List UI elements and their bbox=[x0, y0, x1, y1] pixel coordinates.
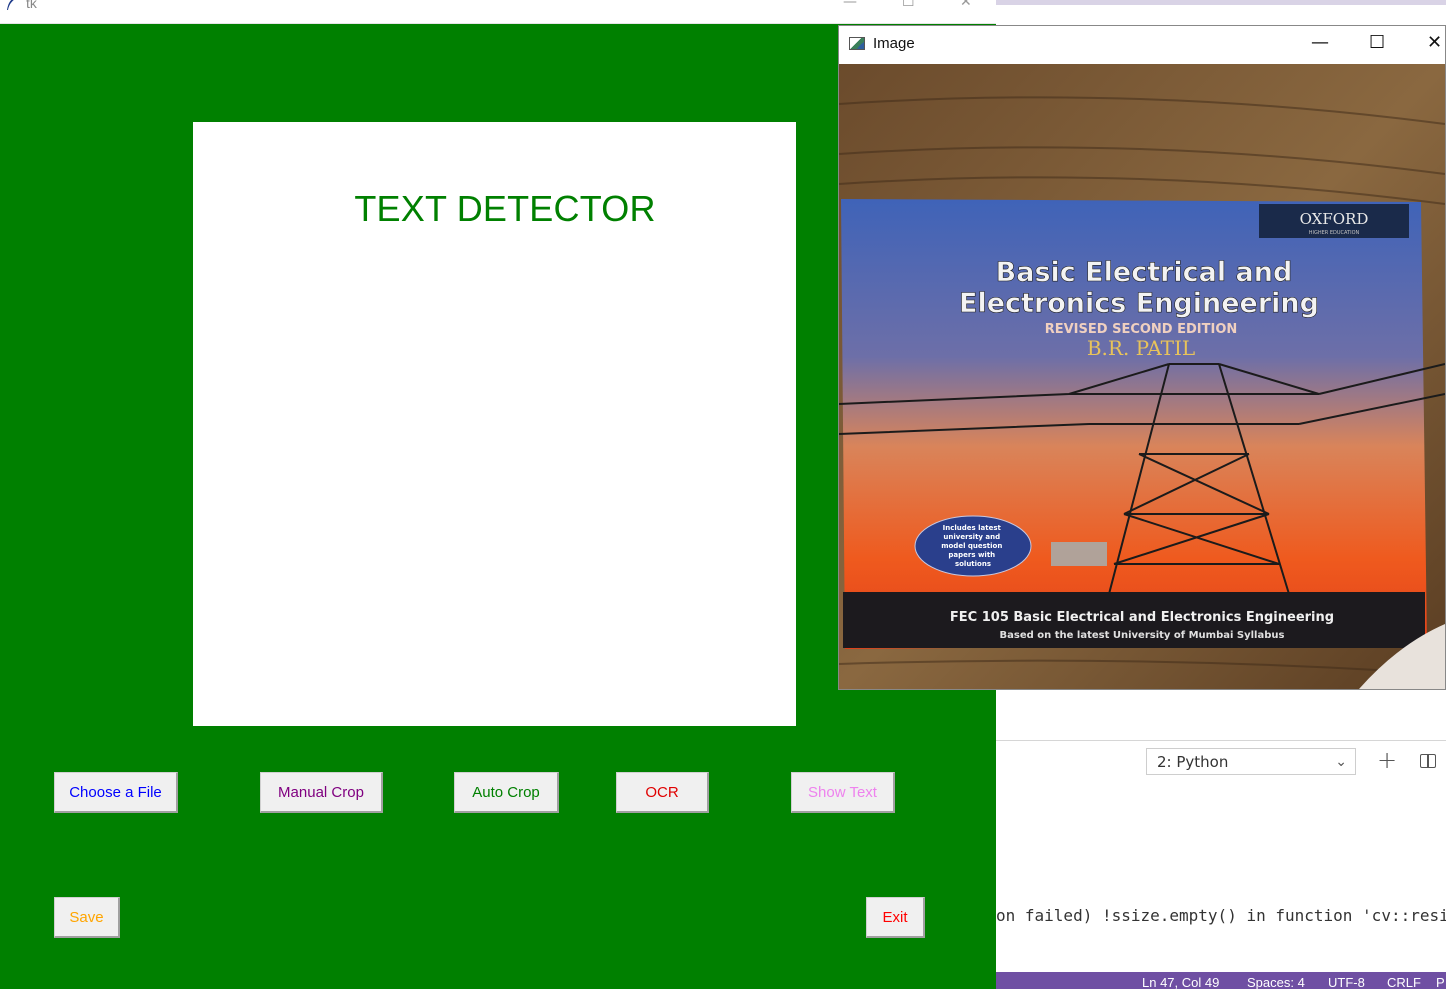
panel-divider bbox=[996, 740, 1446, 741]
close-icon[interactable]: ✕ bbox=[960, 0, 972, 10]
split-terminal-icon[interactable] bbox=[1420, 754, 1436, 768]
exit-button[interactable]: Exit bbox=[866, 897, 925, 938]
status-eol[interactable]: CRLF bbox=[1387, 975, 1421, 990]
status-bar: Ln 47, Col 49 Spaces: 4 UTF-8 CRLF P bbox=[996, 972, 1446, 990]
page-title: TEXT DETECTOR bbox=[354, 188, 656, 229]
chevron-down-icon: ⌄ bbox=[1335, 754, 1347, 770]
status-indentation[interactable]: Spaces: 4 bbox=[1247, 975, 1305, 990]
tk-window-title: tk bbox=[26, 0, 37, 11]
close-icon[interactable]: ✕ bbox=[1427, 32, 1442, 53]
minimize-icon[interactable]: — bbox=[843, 0, 857, 10]
image-window-title: Image bbox=[873, 35, 915, 52]
hologram-sticker bbox=[1051, 542, 1107, 566]
image-window: Image — ☐ ✕ OXFORD HIGHER EDUCATION Basi… bbox=[838, 25, 1446, 690]
book-cover-image: OXFORD HIGHER EDUCATION Basic Electrical… bbox=[839, 64, 1445, 689]
save-button[interactable]: Save bbox=[54, 897, 120, 938]
book-edition: REVISED SECOND EDITION bbox=[1045, 322, 1238, 337]
terminal-select-value: 2: Python bbox=[1157, 752, 1229, 771]
book-author: B.R. PATIL bbox=[1087, 336, 1195, 360]
image-app-icon bbox=[849, 37, 865, 50]
ocr-button[interactable]: OCR bbox=[616, 772, 709, 813]
terminal-output-line: on failed) !ssize.empty() in function 'c… bbox=[996, 906, 1446, 925]
preview-panel: TEXT DETECTOR bbox=[193, 122, 796, 726]
vscode-top-strip bbox=[996, 0, 1446, 5]
tk-titlebar: tk — ☐ ✕ bbox=[0, 0, 996, 24]
book-title-line2: Electronics Engineering bbox=[959, 288, 1319, 319]
book-footer-line1: FEC 105 Basic Electrical and Electronics… bbox=[950, 610, 1334, 625]
tk-feather-icon bbox=[7, 0, 14, 10]
publisher-text: OXFORD bbox=[1300, 210, 1369, 228]
choose-file-button[interactable]: Choose a File bbox=[54, 772, 178, 813]
maximize-icon[interactable]: ☐ bbox=[1369, 32, 1385, 53]
publisher-subtitle: HIGHER EDUCATION bbox=[1309, 230, 1360, 236]
status-extra[interactable]: P bbox=[1436, 975, 1445, 990]
book-footer-line2: Based on the latest University of Mumbai… bbox=[1000, 630, 1285, 641]
new-terminal-plus-icon[interactable]: + bbox=[1376, 748, 1398, 774]
minimize-icon[interactable]: — bbox=[1311, 32, 1329, 53]
auto-crop-button[interactable]: Auto Crop bbox=[454, 772, 559, 813]
terminal-select[interactable]: 2: Python ⌄ bbox=[1146, 748, 1356, 775]
maximize-icon[interactable]: ☐ bbox=[902, 0, 915, 10]
book-title-line1: Basic Electrical and bbox=[996, 257, 1293, 288]
show-text-button[interactable]: Show Text bbox=[791, 772, 895, 813]
manual-crop-button[interactable]: Manual Crop bbox=[260, 772, 383, 813]
image-window-titlebar: Image — ☐ ✕ bbox=[839, 26, 1445, 64]
status-encoding[interactable]: UTF-8 bbox=[1328, 975, 1365, 990]
status-cursor-position[interactable]: Ln 47, Col 49 bbox=[1142, 975, 1219, 990]
book-photo-svg: OXFORD HIGHER EDUCATION Basic Electrical… bbox=[839, 64, 1445, 689]
